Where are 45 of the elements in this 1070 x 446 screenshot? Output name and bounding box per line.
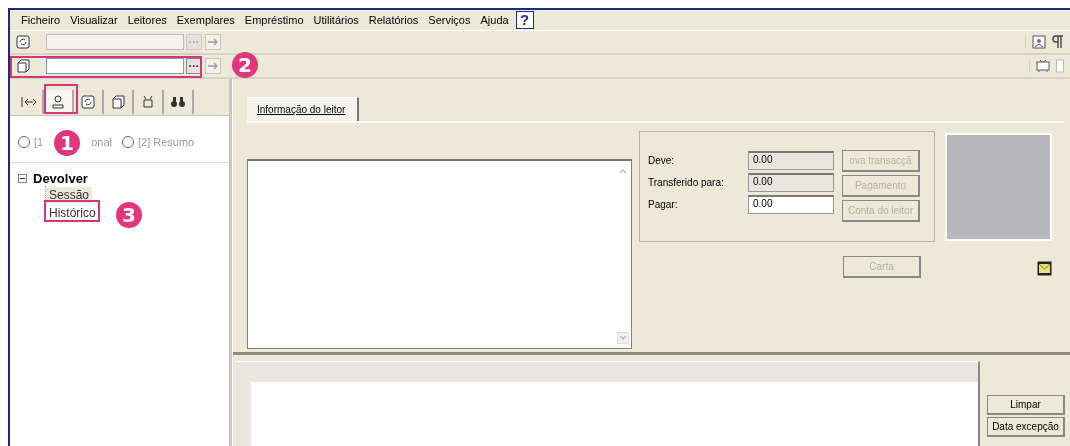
book-icon[interactable] [16,59,30,73]
arrow-right-icon[interactable] [205,58,221,74]
radio-label: [2] Resumo [138,136,195,148]
refresh-icon[interactable] [81,95,95,109]
help-button[interactable]: ? [515,11,534,29]
menu-item[interactable]: Ficheiro [16,14,66,26]
amount-field[interactable]: 0.00 [748,173,834,192]
input-field[interactable] [46,58,184,74]
radio-label: onal [91,136,112,148]
field-label: Transferido para: [648,176,725,190]
highlight-frame [44,84,78,114]
binoculars-icon[interactable] [170,95,186,109]
tree-item[interactable]: Devolver [33,171,88,186]
field-label: Pagar: [648,198,679,212]
menu-item[interactable]: Visualizar [65,14,123,26]
arrows-icon[interactable] [20,95,36,109]
book-icon[interactable] [111,95,125,109]
monitor-icon[interactable] [1036,59,1050,73]
menu-item[interactable]: Empréstimo [239,14,309,26]
menu-item[interactable]: Serviços [423,14,476,26]
radio-button[interactable] [18,136,30,148]
refresh-icon[interactable] [16,35,30,49]
envelope-icon[interactable] [1037,261,1052,276]
radio-button[interactable] [122,136,134,148]
side-button[interactable]: Limpar [987,395,1065,415]
cup-icon[interactable] [142,95,154,109]
radio-label: [1 [34,136,44,148]
field-label: Deve: [648,154,676,168]
person-icon[interactable] [51,95,65,109]
menu-item[interactable]: Leitores [122,14,172,26]
highlight-frame [44,200,100,222]
portrait-icon[interactable] [1032,35,1046,49]
menu-item[interactable]: Exemplares [171,14,240,26]
collapse-icon[interactable] [18,174,27,183]
step-badge: 2 [232,52,258,78]
menu-item[interactable]: Relatórios [363,14,424,26]
amount-field[interactable]: 0.00 [748,195,834,214]
tab[interactable]: Informação do leitor [247,97,360,121]
menu-item[interactable]: Ajuda [475,14,514,26]
menu-item[interactable]: Utilitários [308,14,364,26]
side-button[interactable]: Data excepção [987,417,1065,437]
arrow-right-icon[interactable] [205,34,221,50]
pilcrow-icon[interactable] [1052,35,1064,49]
tree-item[interactable]: Histórico [46,205,99,221]
amount-field[interactable]: 0.00 [748,151,834,170]
